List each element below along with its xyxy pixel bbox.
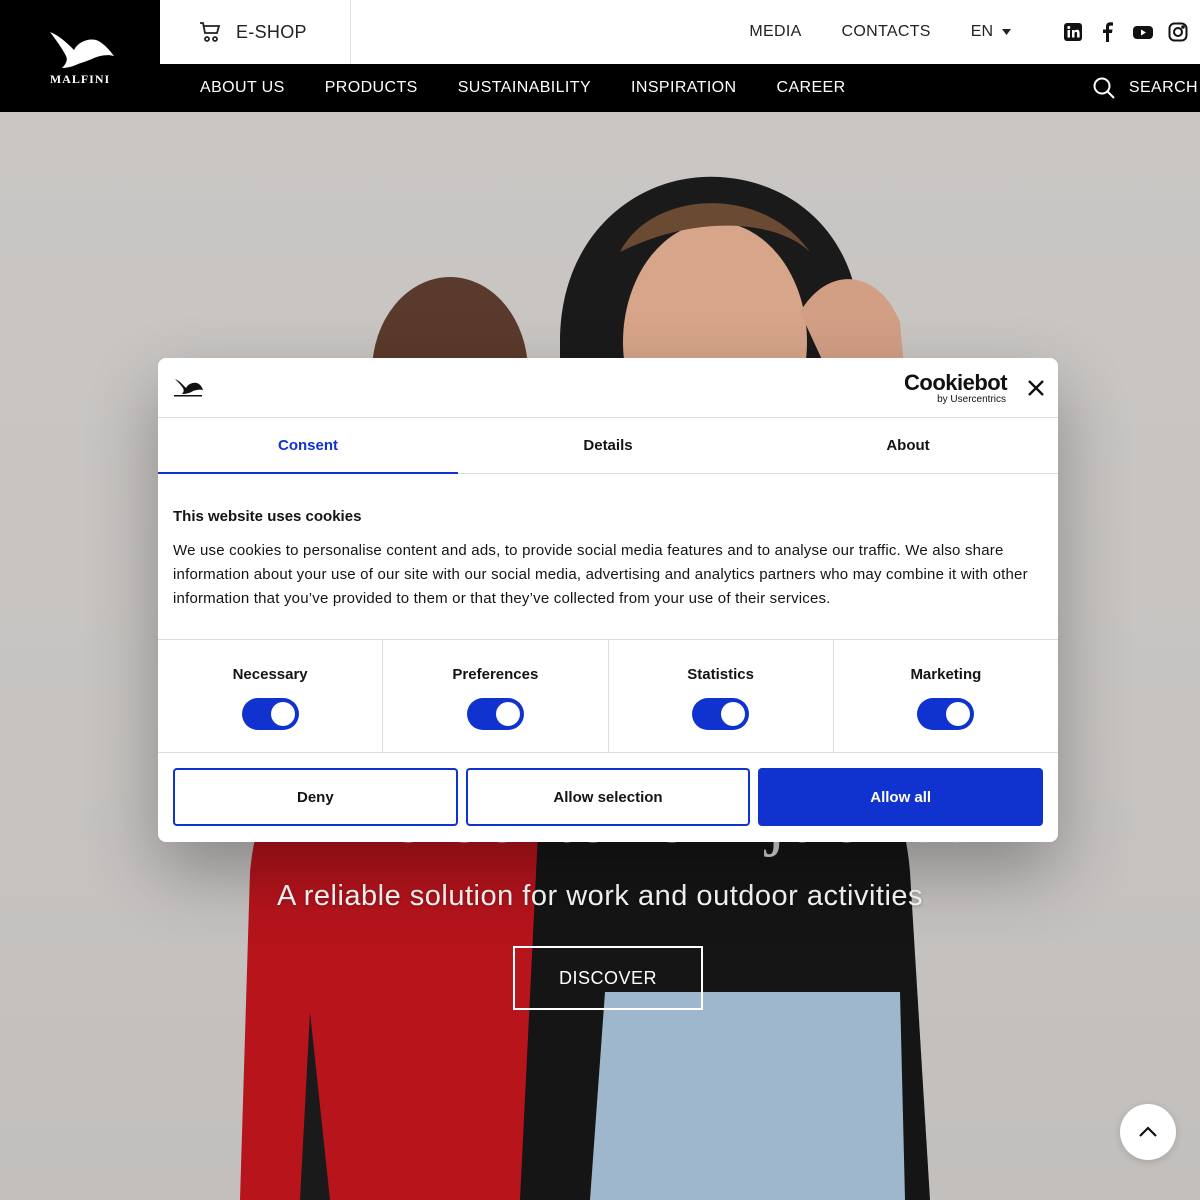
- dialog-description: We use cookies to personalise content an…: [173, 542, 1028, 607]
- chevron-up-icon: [1139, 1126, 1157, 1137]
- nav-products[interactable]: PRODUCTS: [325, 79, 418, 97]
- category-statistics: Statistics: [609, 640, 834, 752]
- search-label: SEARCH: [1128, 79, 1198, 96]
- nav-inspiration[interactable]: INSPIRATION: [631, 79, 736, 97]
- category-label: Statistics: [687, 666, 754, 683]
- instagram-icon[interactable]: [1168, 22, 1188, 42]
- category-necessary: Necessary: [158, 640, 384, 752]
- search-icon: [1093, 77, 1115, 99]
- media-link[interactable]: MEDIA: [749, 23, 801, 41]
- cookie-consent-dialog: Cookiebot by Usercentrics Consent Detail…: [158, 358, 1058, 842]
- eagle-logo-icon: [50, 31, 114, 68]
- nav-career[interactable]: CAREER: [776, 79, 845, 97]
- language-selector[interactable]: EN: [971, 23, 1011, 41]
- close-icon[interactable]: [1026, 378, 1046, 398]
- logo-text: MALFINI: [49, 71, 111, 86]
- scroll-to-top-button[interactable]: [1120, 1104, 1176, 1160]
- dialog-tabs: Consent Details About: [158, 418, 1058, 474]
- discover-button[interactable]: DISCOVER: [513, 946, 703, 1010]
- cart-icon: [200, 22, 221, 42]
- category-marketing: Marketing: [834, 640, 1058, 752]
- tab-details[interactable]: Details: [458, 418, 758, 473]
- cookiebot-byline: by Usercentrics: [937, 394, 1006, 405]
- category-label: Preferences: [452, 666, 539, 683]
- dialog-buttons: Deny Allow selection Allow all: [158, 753, 1058, 826]
- eshop-label: E-SHOP: [236, 21, 307, 42]
- preferences-toggle[interactable]: [466, 698, 524, 730]
- category-preferences: Preferences: [383, 640, 609, 752]
- language-label: EN: [970, 23, 993, 40]
- nav-about-us[interactable]: ABOUT US: [200, 79, 285, 97]
- necessary-toggle[interactable]: [241, 698, 299, 730]
- marketing-toggle[interactable]: [917, 698, 975, 730]
- linkedin-icon[interactable]: [1063, 22, 1083, 42]
- tab-consent[interactable]: Consent: [158, 418, 458, 474]
- contacts-link[interactable]: CONTACTS: [842, 23, 931, 41]
- malfini-small-logo-icon: [174, 379, 203, 397]
- search-button[interactable]: SEARCH: [1093, 64, 1198, 112]
- tab-about[interactable]: About: [758, 418, 1058, 473]
- cookiebot-name: Cookiebot: [904, 370, 1008, 395]
- eshop-link[interactable]: E-SHOP: [160, 0, 351, 64]
- malfini-logo[interactable]: MALFINI: [0, 0, 160, 112]
- main-nav: ABOUT US PRODUCTS SUSTAINABILITY INSPIRA…: [160, 64, 1200, 112]
- allow-all-button[interactable]: Allow all: [758, 768, 1044, 826]
- facebook-icon[interactable]: [1098, 22, 1118, 42]
- caret-down-icon: [1002, 29, 1011, 35]
- deny-button[interactable]: Deny: [173, 768, 458, 826]
- dialog-heading: This website uses cookies: [173, 508, 362, 525]
- category-label: Marketing: [910, 666, 982, 683]
- hero-subtitle: A reliable solution for work and outdoor…: [276, 880, 924, 912]
- cookie-categories: Necessary Preferences Statistics Marketi…: [158, 640, 1058, 753]
- statistics-toggle[interactable]: [692, 698, 750, 730]
- dialog-body: This website uses cookies We use cookies…: [158, 474, 1058, 640]
- youtube-icon[interactable]: [1133, 22, 1153, 42]
- nav-sustainability[interactable]: SUSTAINABILITY: [458, 79, 591, 97]
- dialog-header: Cookiebot by Usercentrics: [158, 358, 1058, 418]
- category-label: Necessary: [232, 666, 308, 683]
- allow-selection-button[interactable]: Allow selection: [465, 768, 751, 826]
- top-bar: E-SHOP MEDIA CONTACTS EN: [160, 0, 1200, 64]
- cookiebot-logo[interactable]: Cookiebot by Usercentrics: [904, 370, 1008, 405]
- social-links: [1063, 22, 1188, 42]
